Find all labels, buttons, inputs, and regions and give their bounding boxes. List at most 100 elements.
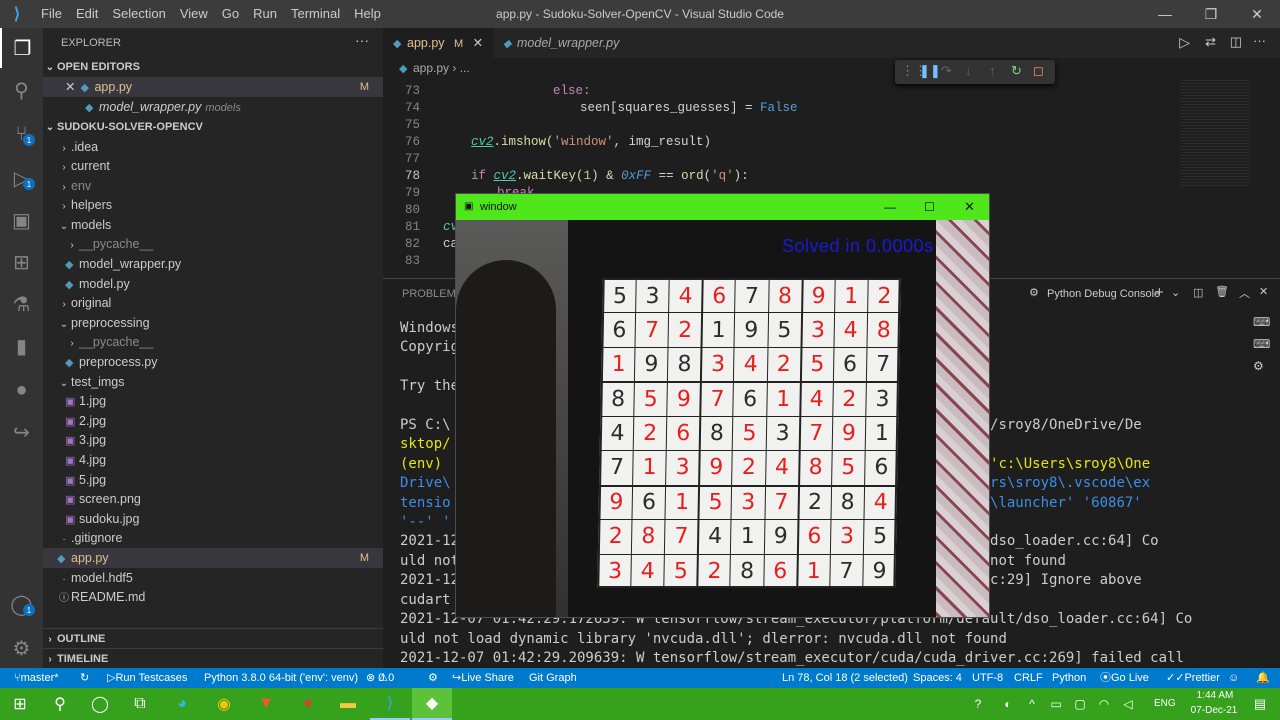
tree-item[interactable]: ▣ 4.jpg bbox=[43, 450, 383, 470]
step-out-icon[interactable]: ↑ bbox=[989, 63, 996, 78]
tree-item[interactable]: ◆ preprocess.py bbox=[43, 352, 383, 372]
tree-item[interactable]: › current bbox=[43, 156, 383, 176]
tree-item[interactable]: ◆ model_wrapper.py bbox=[43, 254, 383, 274]
chevron-down-icon[interactable]: ⌄ bbox=[1171, 286, 1180, 299]
run-testcases-button[interactable]: ▷ Run Testcases bbox=[107, 668, 187, 688]
cursor-position[interactable]: Ln 78, Col 18 (2 selected) bbox=[782, 668, 908, 688]
close-panel-icon[interactable]: ✕ bbox=[1259, 285, 1268, 298]
clock-date[interactable]: 07-Dec-21 bbox=[1186, 705, 1242, 716]
maximize-panel-icon[interactable]: ︿ bbox=[1239, 285, 1250, 301]
menu-run[interactable]: Run bbox=[246, 0, 284, 28]
compare-icon[interactable]: ⇄ bbox=[1205, 34, 1216, 50]
outline-header[interactable]: › OUTLINE bbox=[43, 628, 383, 648]
opencv-window[interactable]: ▣ window — ☐ ✕ Solved in 0.0000s 5346789… bbox=[455, 193, 990, 618]
close-editor-icon[interactable]: ✕ bbox=[65, 77, 77, 97]
live-share-button[interactable]: ↪ Live Share bbox=[452, 668, 514, 688]
tree-item[interactable]: › __pycache__ bbox=[43, 332, 383, 352]
search-icon[interactable]: ⚲ bbox=[40, 688, 80, 720]
battery-icon[interactable]: ▭ bbox=[1044, 688, 1068, 720]
menu-edit[interactable]: Edit bbox=[69, 0, 105, 28]
tray-icon[interactable]: ◐ bbox=[996, 688, 1020, 720]
terminal-icon[interactable]: ⌨ bbox=[1253, 333, 1270, 355]
breadcrumb-symbol[interactable]: ... bbox=[460, 61, 470, 75]
help-icon[interactable]: ? bbox=[966, 688, 990, 720]
tree-item[interactable]: ▣ 5.jpg bbox=[43, 470, 383, 490]
terminal-icon[interactable]: ⌨ bbox=[1253, 311, 1270, 333]
language-mode[interactable]: Python bbox=[1052, 668, 1086, 688]
tree-item[interactable]: ▣ screen.png bbox=[43, 489, 383, 509]
split-terminal-icon[interactable]: ◫ bbox=[1193, 286, 1203, 299]
python-interpreter[interactable]: Python 3.8.0 64-bit ('env': venv) bbox=[204, 668, 358, 688]
volume-icon[interactable]: ◁ bbox=[1116, 688, 1140, 720]
chrome-icon[interactable]: ◉ bbox=[204, 688, 244, 720]
tree-item[interactable]: ⓘ README.md bbox=[43, 587, 383, 607]
feedback-icon[interactable]: ☺ bbox=[1228, 668, 1239, 688]
maximize-icon[interactable]: ☐ bbox=[924, 194, 935, 220]
charts-icon[interactable]: ▮ bbox=[0, 326, 43, 366]
extensions-icon[interactable]: ⊞ bbox=[0, 242, 43, 282]
vscode-taskbar-icon[interactable]: ⟩ bbox=[370, 688, 410, 720]
tree-item[interactable]: › env bbox=[43, 176, 383, 196]
branch-status[interactable]: ⑂ master* bbox=[14, 668, 59, 688]
wifi-icon[interactable]: ◠ bbox=[1092, 688, 1116, 720]
task-view-icon[interactable]: ⧉ bbox=[120, 688, 160, 720]
cortana-icon[interactable]: ◯ bbox=[80, 688, 120, 720]
open-editor-app-py[interactable]: ✕ ◆ app.py M bbox=[43, 77, 383, 97]
prettier-button[interactable]: ✓✓ Prettier bbox=[1166, 668, 1220, 688]
tree-item[interactable]: › original bbox=[43, 293, 383, 313]
split-editor-icon[interactable]: ◫ bbox=[1230, 34, 1242, 50]
close-tab-icon[interactable]: ✕ bbox=[473, 36, 483, 50]
testing-icon[interactable]: ⚗ bbox=[0, 284, 43, 324]
settings-gear-icon[interactable]: ⚙ bbox=[0, 628, 43, 668]
tree-item-selected[interactable]: ◆ app.py M bbox=[43, 548, 383, 568]
more-actions-icon[interactable]: ··· bbox=[1253, 33, 1266, 48]
explorer-icon[interactable]: ❐ bbox=[0, 28, 43, 68]
indentation[interactable]: Spaces: 4 bbox=[913, 668, 962, 688]
python-taskbar-icon[interactable]: ◆ bbox=[412, 688, 452, 720]
tree-item[interactable]: ⌄ models bbox=[43, 215, 383, 235]
close-icon[interactable]: ✕ bbox=[964, 194, 975, 220]
more-actions-icon[interactable]: ··· bbox=[355, 32, 369, 48]
breadcrumb-file[interactable]: app.py bbox=[413, 61, 449, 75]
git-graph-button[interactable]: Git Graph bbox=[529, 668, 577, 688]
project-header[interactable]: ⌄ SUDOKU-SOLVER-OPENCV bbox=[43, 117, 383, 137]
go-live-button[interactable]: ⦿ Go Live bbox=[1100, 668, 1149, 688]
sync-icon[interactable]: ↻ bbox=[80, 668, 89, 688]
tree-item[interactable]: ⌄ test_imgs bbox=[43, 372, 383, 392]
menu-view[interactable]: View bbox=[173, 0, 215, 28]
remote-explorer-icon[interactable]: ▣ bbox=[0, 200, 43, 240]
menu-help[interactable]: Help bbox=[347, 0, 388, 28]
restart-icon[interactable]: ↻ bbox=[1011, 63, 1022, 79]
restore-icon[interactable]: ❐ bbox=[1188, 0, 1234, 28]
github-icon[interactable]: ● bbox=[0, 370, 43, 410]
menu-go[interactable]: Go bbox=[215, 0, 246, 28]
console-select[interactable]: Python Debug Console bbox=[1047, 288, 1160, 300]
minimize-icon[interactable]: — bbox=[1142, 0, 1188, 28]
menu-file[interactable]: File bbox=[34, 0, 69, 28]
notification-center-icon[interactable]: ▤ bbox=[1240, 688, 1280, 720]
source-control-icon[interactable]: ⑂ 1 bbox=[0, 114, 43, 154]
tree-item[interactable]: · model.hdf5 bbox=[43, 568, 383, 588]
run-file-icon[interactable]: ▷ bbox=[1179, 34, 1190, 51]
tree-item[interactable]: ▣ sudoku.jpg bbox=[43, 509, 383, 529]
tree-item[interactable]: ◆ model.py bbox=[43, 274, 383, 294]
app-icon[interactable]: ✦ bbox=[288, 688, 328, 720]
line-endings[interactable]: CRLF bbox=[1014, 668, 1043, 688]
menu-terminal[interactable]: Terminal bbox=[284, 0, 347, 28]
tab-app-py[interactable]: ◆ app.py M ✕ bbox=[383, 28, 493, 58]
encoding[interactable]: UTF-8 bbox=[972, 668, 1003, 688]
pause-icon[interactable]: ❚❚ bbox=[919, 63, 941, 79]
display-icon[interactable]: ▢ bbox=[1068, 688, 1092, 720]
start-windows-icon[interactable]: ⊞ bbox=[0, 688, 40, 720]
tab-model-wrapper[interactable]: ◆ model_wrapper.py bbox=[493, 28, 633, 58]
stop-icon[interactable]: ◻ bbox=[1033, 63, 1044, 79]
tree-item[interactable]: · .gitignore bbox=[43, 528, 383, 548]
minimap[interactable] bbox=[1180, 78, 1250, 188]
step-into-icon[interactable]: ↓ bbox=[965, 63, 972, 78]
edge-icon[interactable]: ◕ bbox=[162, 688, 202, 720]
open-editor-model-wrapper[interactable]: ◆ model_wrapper.py models bbox=[43, 97, 383, 117]
run-debug-icon[interactable]: ▷ 1 bbox=[0, 158, 43, 198]
trash-icon[interactable]: 🗑 bbox=[1215, 285, 1229, 298]
live-share-icon[interactable]: ↪ bbox=[0, 412, 43, 452]
debug-status-icon[interactable]: ⚙ bbox=[428, 668, 438, 688]
